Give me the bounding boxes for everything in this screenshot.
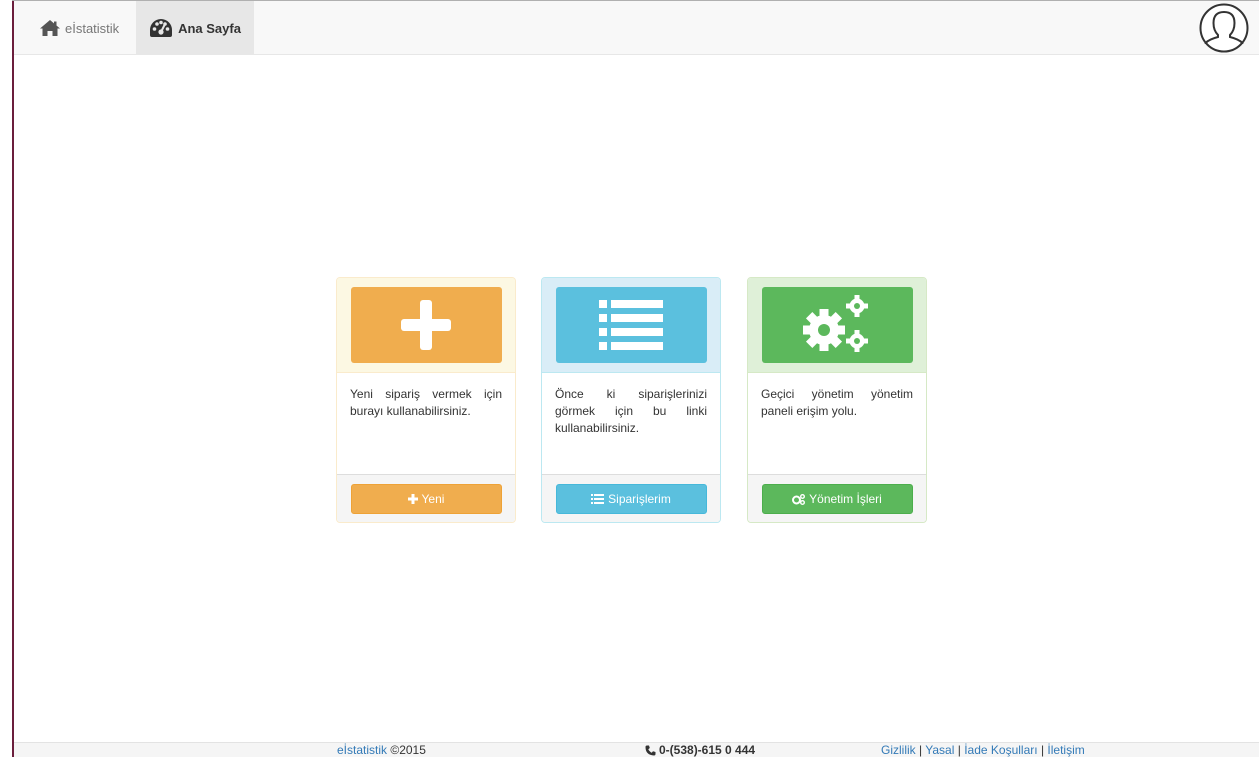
plus-icon	[401, 300, 451, 350]
card-my-orders: Önce ki siparişlerinizi görmek için bu l…	[541, 277, 721, 523]
new-order-button-label: Yeni	[421, 492, 445, 506]
new-order-button[interactable]: Yeni	[350, 484, 502, 514]
footer-copyright-text: ©2015	[390, 743, 426, 757]
top-navbar: eİstatistik Ana Sayfa	[14, 1, 1259, 55]
card-admin: Geçici yönetim yönetim paneli erişim yol…	[747, 277, 927, 523]
card-header	[337, 278, 515, 373]
nav-home-tab[interactable]: Ana Sayfa	[136, 1, 254, 55]
card-footer: Siparişlerim	[542, 474, 720, 522]
footer-phone: 0-(538)-615 0 444	[645, 743, 755, 757]
footer-copyright: eİstatistik ©2015	[337, 743, 426, 757]
footer-brand-link[interactable]: eİstatistik	[337, 743, 387, 757]
card-tile[interactable]	[761, 287, 913, 363]
footer-phone-number: 0-(538)-615 0 444	[659, 743, 756, 757]
dashboard-icon	[150, 19, 173, 37]
gears-icon	[792, 493, 806, 505]
footer-link-contact[interactable]: İletişim	[1047, 743, 1084, 757]
list-icon	[599, 300, 663, 350]
brand-link[interactable]: eİstatistik	[40, 1, 119, 55]
admin-tasks-button-label: Yönetim İşleri	[809, 492, 882, 506]
list-icon	[591, 494, 605, 504]
footer-links: Gizlilik | Yasal | İade Koşulları | İlet…	[881, 743, 1085, 757]
footer-link-privacy[interactable]: Gizlilik	[881, 743, 916, 757]
footer-separator: |	[919, 743, 923, 757]
card-description: Önce ki siparişlerinizi görmek için bu l…	[555, 387, 707, 435]
card-footer: Yeni	[337, 474, 515, 522]
window-left-border	[12, 0, 14, 757]
footer-link-refund[interactable]: İade Koşulları	[964, 743, 1037, 757]
card-description: Yeni sipariş vermek için burayı kullanab…	[350, 387, 502, 418]
page-footer: eİstatistik ©2015 0-(538)-615 0 444 Gizl…	[14, 742, 1259, 757]
admin-tasks-button[interactable]: Yönetim İşleri	[761, 484, 913, 514]
brand-label: eİstatistik	[65, 20, 120, 36]
card-header	[748, 278, 926, 373]
nav-home-label: Ana Sayfa	[178, 20, 241, 36]
card-new-order: Yeni sipariş vermek için burayı kullanab…	[336, 277, 516, 523]
my-orders-button[interactable]: Siparişlerim	[555, 484, 707, 514]
user-avatar-icon[interactable]	[1199, 3, 1249, 53]
gears-icon	[803, 295, 868, 352]
card-tile[interactable]	[555, 287, 707, 363]
card-tile[interactable]	[350, 287, 502, 363]
my-orders-button-label: Siparişlerim	[608, 492, 671, 506]
card-description: Geçici yönetim yönetim paneli erişim yol…	[761, 387, 913, 418]
card-footer: Yönetim İşleri	[748, 474, 926, 522]
footer-link-legal[interactable]: Yasal	[925, 743, 954, 757]
phone-icon	[645, 745, 656, 755]
footer-separator: |	[1040, 743, 1045, 757]
card-header	[542, 278, 720, 373]
home-icon	[40, 19, 60, 36]
plus-icon	[407, 494, 418, 504]
footer-separator: |	[957, 743, 961, 757]
